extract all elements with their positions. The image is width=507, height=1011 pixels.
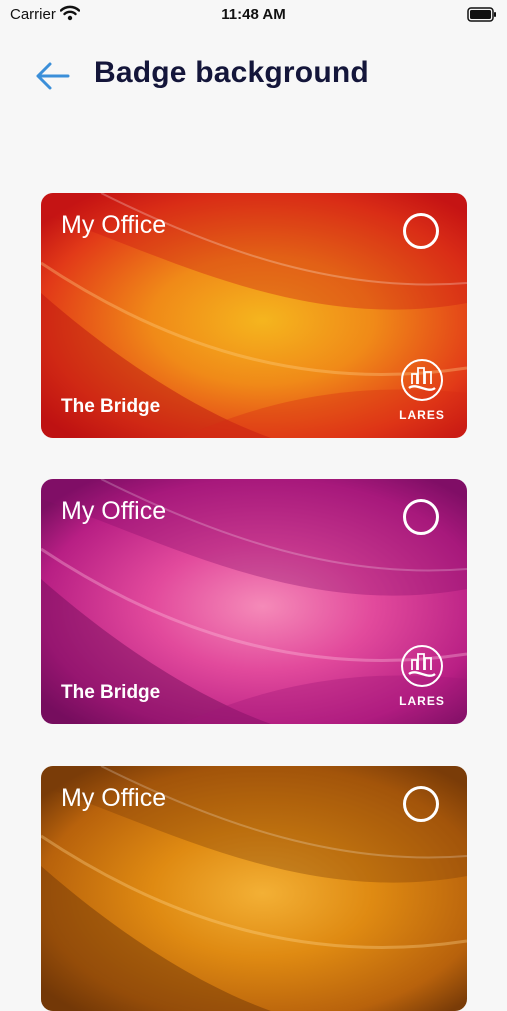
card-title: My Office	[61, 211, 167, 239]
logo-text: LARES	[399, 694, 445, 708]
lares-logo-icon	[401, 645, 443, 687]
radio-button[interactable]	[403, 213, 439, 249]
card-title: My Office	[61, 784, 167, 812]
badge-card-pink[interactable]: My Office The Bridge LARES	[41, 479, 467, 724]
radio-button[interactable]	[403, 786, 439, 822]
badge-card-orange[interactable]: My Office	[41, 766, 467, 1011]
status-bar: Carrier 11:48 AM	[0, 0, 507, 30]
battery-icon	[467, 7, 497, 27]
card-subtitle: The Bridge	[61, 682, 161, 703]
card-subtitle: The Bridge	[61, 396, 161, 417]
badge-card-red[interactable]: My Office The Bridge LARES	[41, 193, 467, 438]
page-title: Badge background	[94, 56, 369, 89]
card-title: My Office	[61, 497, 167, 525]
radio-button[interactable]	[403, 499, 439, 535]
lares-logo: LARES	[397, 358, 447, 422]
lares-logo-icon	[401, 359, 443, 401]
lares-logo: LARES	[397, 644, 447, 708]
back-arrow-icon	[36, 62, 70, 90]
status-time: 11:48 AM	[221, 6, 286, 23]
logo-text: LARES	[399, 408, 445, 422]
back-button[interactable]	[34, 58, 74, 94]
